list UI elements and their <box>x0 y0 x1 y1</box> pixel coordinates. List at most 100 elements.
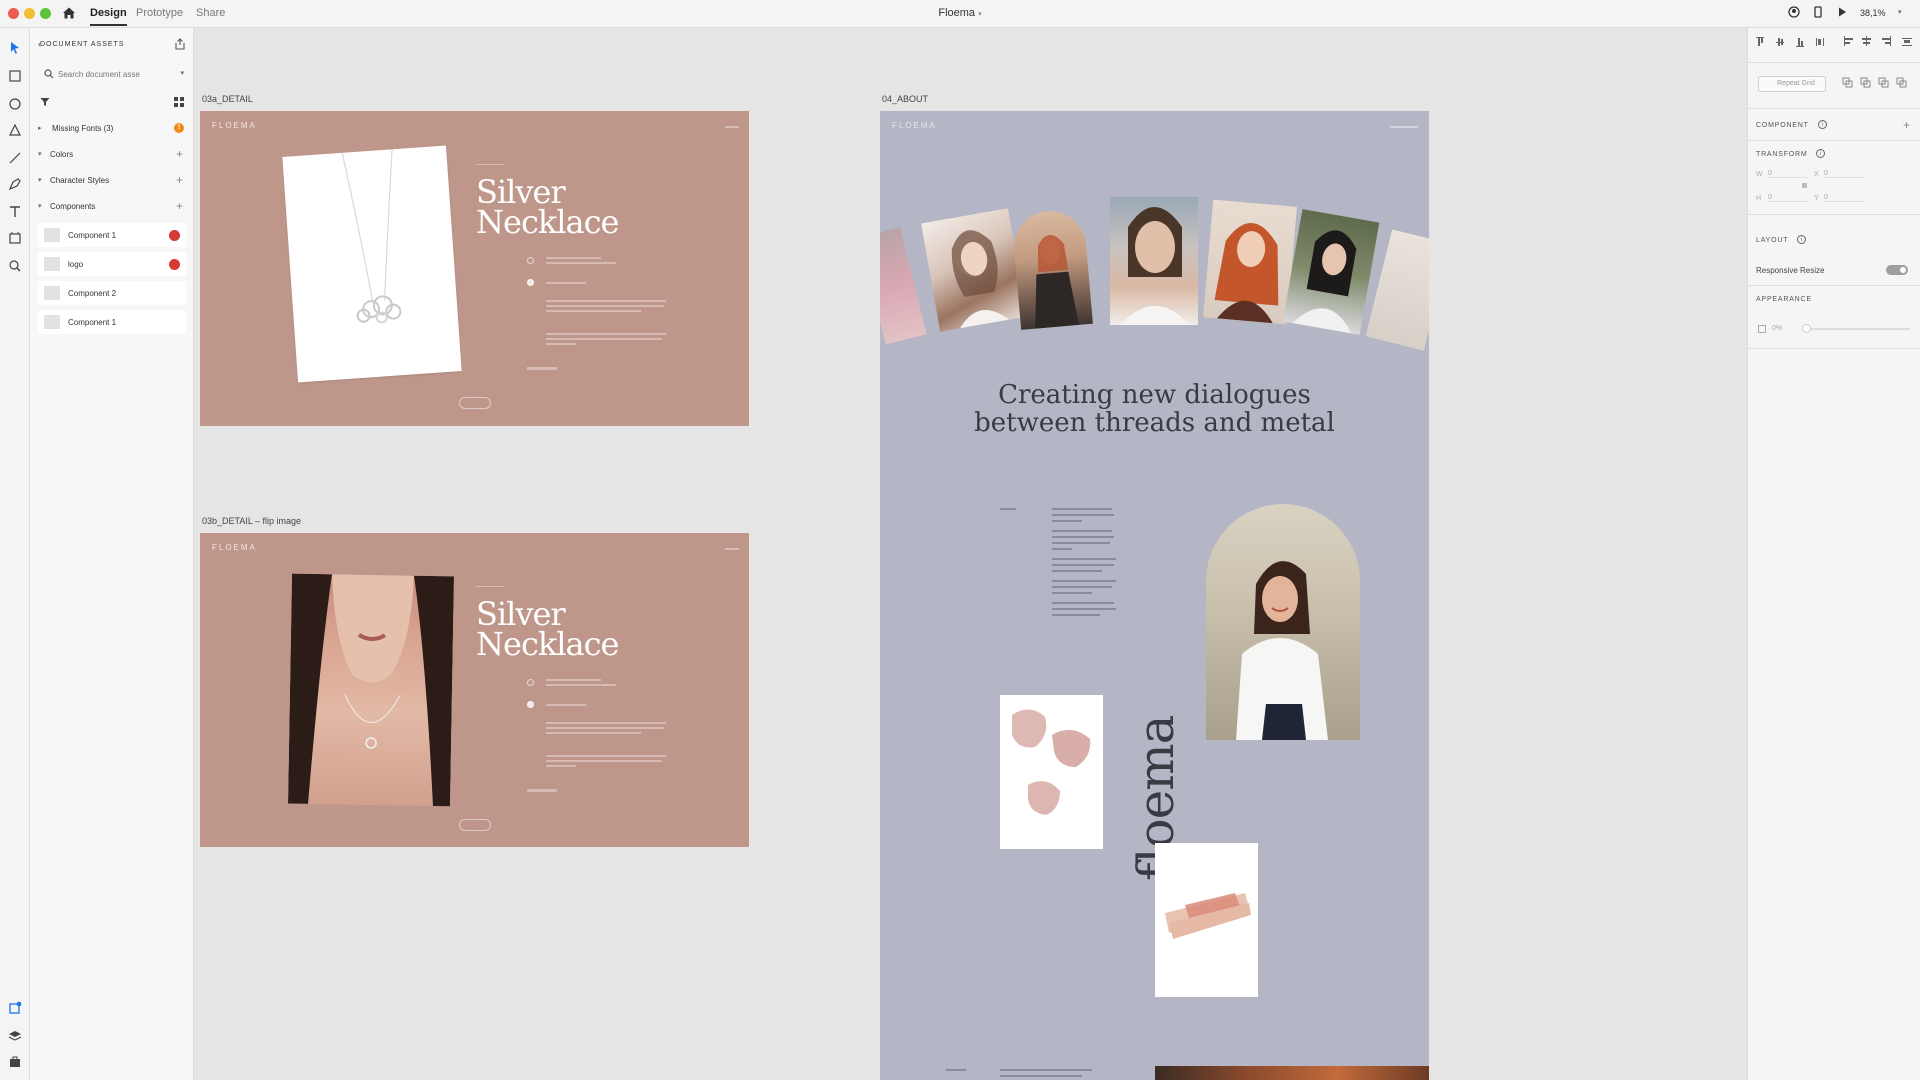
boolean-ops-icons[interactable] <box>1842 77 1912 89</box>
brand-logo: FLOEMA <box>212 121 257 130</box>
repeat-grid-button[interactable]: Repeat Grid <box>1758 76 1826 92</box>
design-canvas[interactable]: 03a_DETAIL FLOEMA Silver Necklace 03b_DE… <box>195 28 1747 1080</box>
maximize-window-button[interactable] <box>40 8 51 19</box>
panel-divider <box>1748 214 1920 215</box>
component-item[interactable]: Component 1 <box>38 310 186 334</box>
option-radio-selected[interactable] <box>527 701 534 708</box>
text-tool-icon[interactable] <box>7 204 23 220</box>
vertical-align-icons[interactable] <box>1756 36 1832 48</box>
opacity-slider-handle[interactable] <box>1802 324 1811 333</box>
option-text <box>546 704 586 706</box>
artboard-about[interactable]: FLOEMA Creating new dialogues between th… <box>880 111 1429 1080</box>
body-text <box>1052 548 1072 550</box>
close-pill-button[interactable] <box>459 819 491 831</box>
close-pill-button[interactable] <box>459 397 491 409</box>
tab-prototype[interactable]: Prototype <box>136 7 183 19</box>
device-preview-icon[interactable] <box>1812 6 1824 18</box>
warning-icon: ! <box>174 123 184 133</box>
width-field[interactable]: 0 <box>1768 170 1808 178</box>
tools-toolbar <box>0 28 30 1080</box>
height-field[interactable]: 0 <box>1768 194 1808 202</box>
artboard-label[interactable]: 03b_DETAIL – flip image <box>202 516 301 526</box>
component-item[interactable]: logo <box>38 252 186 276</box>
component-thumbnail <box>44 286 60 300</box>
add-color-plus-icon[interactable]: + <box>176 148 183 160</box>
artboard-tool-icon[interactable] <box>7 230 23 246</box>
line-tool-icon[interactable] <box>7 150 23 166</box>
option-radio-selected[interactable] <box>527 279 534 286</box>
necklace-product-image <box>282 145 462 383</box>
rectangle-tool-icon[interactable] <box>7 68 23 84</box>
description-text <box>546 765 576 767</box>
search-input[interactable] <box>38 64 186 85</box>
add-character-style-plus-icon[interactable]: + <box>176 174 183 186</box>
layers-panel-icon[interactable] <box>7 1028 23 1044</box>
info-icon[interactable]: i <box>1816 149 1825 158</box>
description-text <box>546 338 662 340</box>
body-text <box>1052 508 1112 510</box>
zoom-tool-icon[interactable] <box>7 258 23 274</box>
lock-aspect-icon[interactable] <box>1802 183 1807 188</box>
y-field[interactable]: 0 <box>1824 194 1864 202</box>
option-text <box>546 262 616 264</box>
menu-placeholder <box>725 126 739 128</box>
option-radio[interactable] <box>527 257 534 264</box>
filter-icon[interactable] <box>40 97 50 107</box>
document-title[interactable]: Floema ▾ <box>920 7 1000 19</box>
select-tool-icon[interactable] <box>7 40 23 56</box>
search-dropdown-chevron-icon[interactable]: ▾ <box>180 69 184 77</box>
artboard-label[interactable]: 03a_DETAIL <box>202 94 253 104</box>
opacity-slider[interactable] <box>1804 328 1910 330</box>
export-icon[interactable] <box>174 38 186 50</box>
component-item[interactable]: Component 1 <box>38 223 186 247</box>
zoom-chevron-icon[interactable]: ▾ <box>1898 8 1902 16</box>
tab-share[interactable]: Share <box>196 7 225 19</box>
responsive-resize-label: Responsive Resize <box>1756 266 1825 275</box>
body-text <box>1052 520 1082 522</box>
grid-view-icon[interactable] <box>174 97 184 107</box>
pen-tool-icon[interactable] <box>7 176 23 192</box>
add-component-plus-icon[interactable]: + <box>176 200 183 212</box>
shop-link[interactable] <box>527 367 557 370</box>
x-field[interactable]: 0 <box>1824 170 1864 178</box>
component-section-label: COMPONENT <box>1756 122 1809 129</box>
description-text <box>546 343 576 345</box>
character-styles-label: Character Styles <box>50 176 110 185</box>
artboard-label[interactable]: 04_ABOUT <box>882 94 928 104</box>
ellipse-tool-icon[interactable] <box>7 96 23 112</box>
option-radio[interactable] <box>527 679 534 686</box>
user-icon[interactable] <box>1788 6 1800 18</box>
height-label: H <box>1756 195 1762 202</box>
play-icon[interactable] <box>1836 6 1848 18</box>
opacity-value[interactable]: 0% <box>1772 325 1782 332</box>
info-icon[interactable]: i <box>1797 235 1806 244</box>
description-text <box>546 732 641 734</box>
add-component-plus-icon[interactable]: + <box>1903 119 1910 131</box>
description-text <box>546 305 664 307</box>
plugins-panel-icon[interactable] <box>7 1054 23 1070</box>
assets-header: DOCUMENT ASSETS <box>40 41 125 48</box>
artboard-detail-b[interactable]: FLOEMA Silver Necklace <box>200 533 749 847</box>
about-headline: Creating new dialogues between threads a… <box>974 380 1335 438</box>
horizontal-align-icons[interactable] <box>1844 36 1914 48</box>
menu-placeholder <box>725 548 739 550</box>
shop-link[interactable] <box>527 789 557 792</box>
chevron-right-icon: ▸ <box>38 125 42 132</box>
chevron-down-icon: ▾ <box>38 203 42 210</box>
polygon-tool-icon[interactable] <box>7 122 23 138</box>
tab-design[interactable]: Design <box>90 7 127 26</box>
link-error-icon <box>169 259 180 270</box>
minimize-window-button[interactable] <box>24 8 35 19</box>
body-text <box>1052 564 1114 566</box>
info-icon[interactable]: i <box>1818 120 1827 129</box>
component-item[interactable]: Component 2 <box>38 281 186 305</box>
zoom-level[interactable]: 38,1% <box>1860 8 1886 18</box>
home-icon[interactable] <box>62 6 76 20</box>
close-window-button[interactable] <box>8 8 19 19</box>
assets-panel-icon[interactable] <box>7 1000 23 1016</box>
menu-placeholder <box>1390 126 1418 128</box>
body-text <box>1052 580 1116 582</box>
lace-jewelry-image <box>1000 695 1103 849</box>
responsive-resize-toggle[interactable] <box>1886 265 1908 275</box>
artboard-detail-a[interactable]: FLOEMA Silver Necklace <box>200 111 749 426</box>
